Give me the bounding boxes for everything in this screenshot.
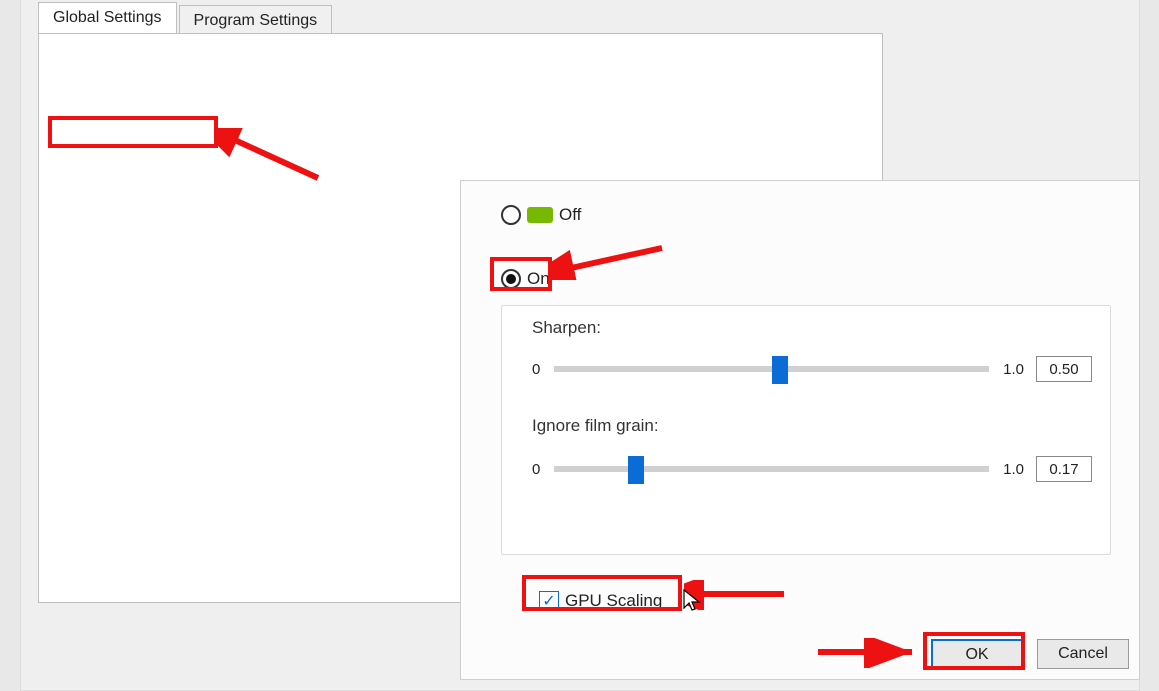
radio-off[interactable] [501, 205, 521, 225]
sharpen-min: 0 [532, 361, 540, 378]
grain-max: 1.0 [1003, 461, 1024, 478]
nvidia-icon [527, 207, 553, 223]
tab-program-settings[interactable]: Program Settings [179, 5, 333, 36]
radio-off-label: Off [559, 205, 581, 225]
radio-on-label: On [527, 269, 550, 289]
grain-slider[interactable] [554, 466, 989, 472]
gpu-scaling-checkbox[interactable]: ✓ [539, 591, 559, 611]
sharpen-slider-row: 0 1.0 0.50 [532, 356, 1092, 382]
gpu-scaling-label: GPU Scaling [565, 591, 662, 611]
image-sharpening-popup: Off On Sharpen: 0 1.0 0.50 Ignore film g… [460, 180, 1140, 680]
sharpen-value[interactable]: 0.50 [1036, 356, 1092, 382]
gpu-scaling-row[interactable]: ✓ GPU Scaling [539, 591, 662, 611]
sharpen-max: 1.0 [1003, 361, 1024, 378]
ok-button[interactable]: OK [931, 639, 1023, 669]
grain-value[interactable]: 0.17 [1036, 456, 1092, 482]
grain-min: 0 [532, 461, 540, 478]
grain-slider-row: 0 1.0 0.17 [532, 456, 1092, 482]
sharpen-slider[interactable] [554, 366, 989, 372]
sharpen-label: Sharpen: [532, 318, 601, 338]
tab-global-settings[interactable]: Global Settings [38, 2, 177, 33]
sharpen-fieldset: Sharpen: 0 1.0 0.50 Ignore film grain: 0… [501, 305, 1111, 555]
grain-label: Ignore film grain: [532, 416, 659, 436]
radio-off-row[interactable]: Off [501, 205, 581, 225]
grain-slider-thumb[interactable] [628, 456, 644, 484]
cancel-button[interactable]: Cancel [1037, 639, 1129, 669]
radio-on[interactable] [501, 269, 521, 289]
sharpen-slider-thumb[interactable] [772, 356, 788, 384]
radio-on-row[interactable]: On [501, 269, 550, 289]
